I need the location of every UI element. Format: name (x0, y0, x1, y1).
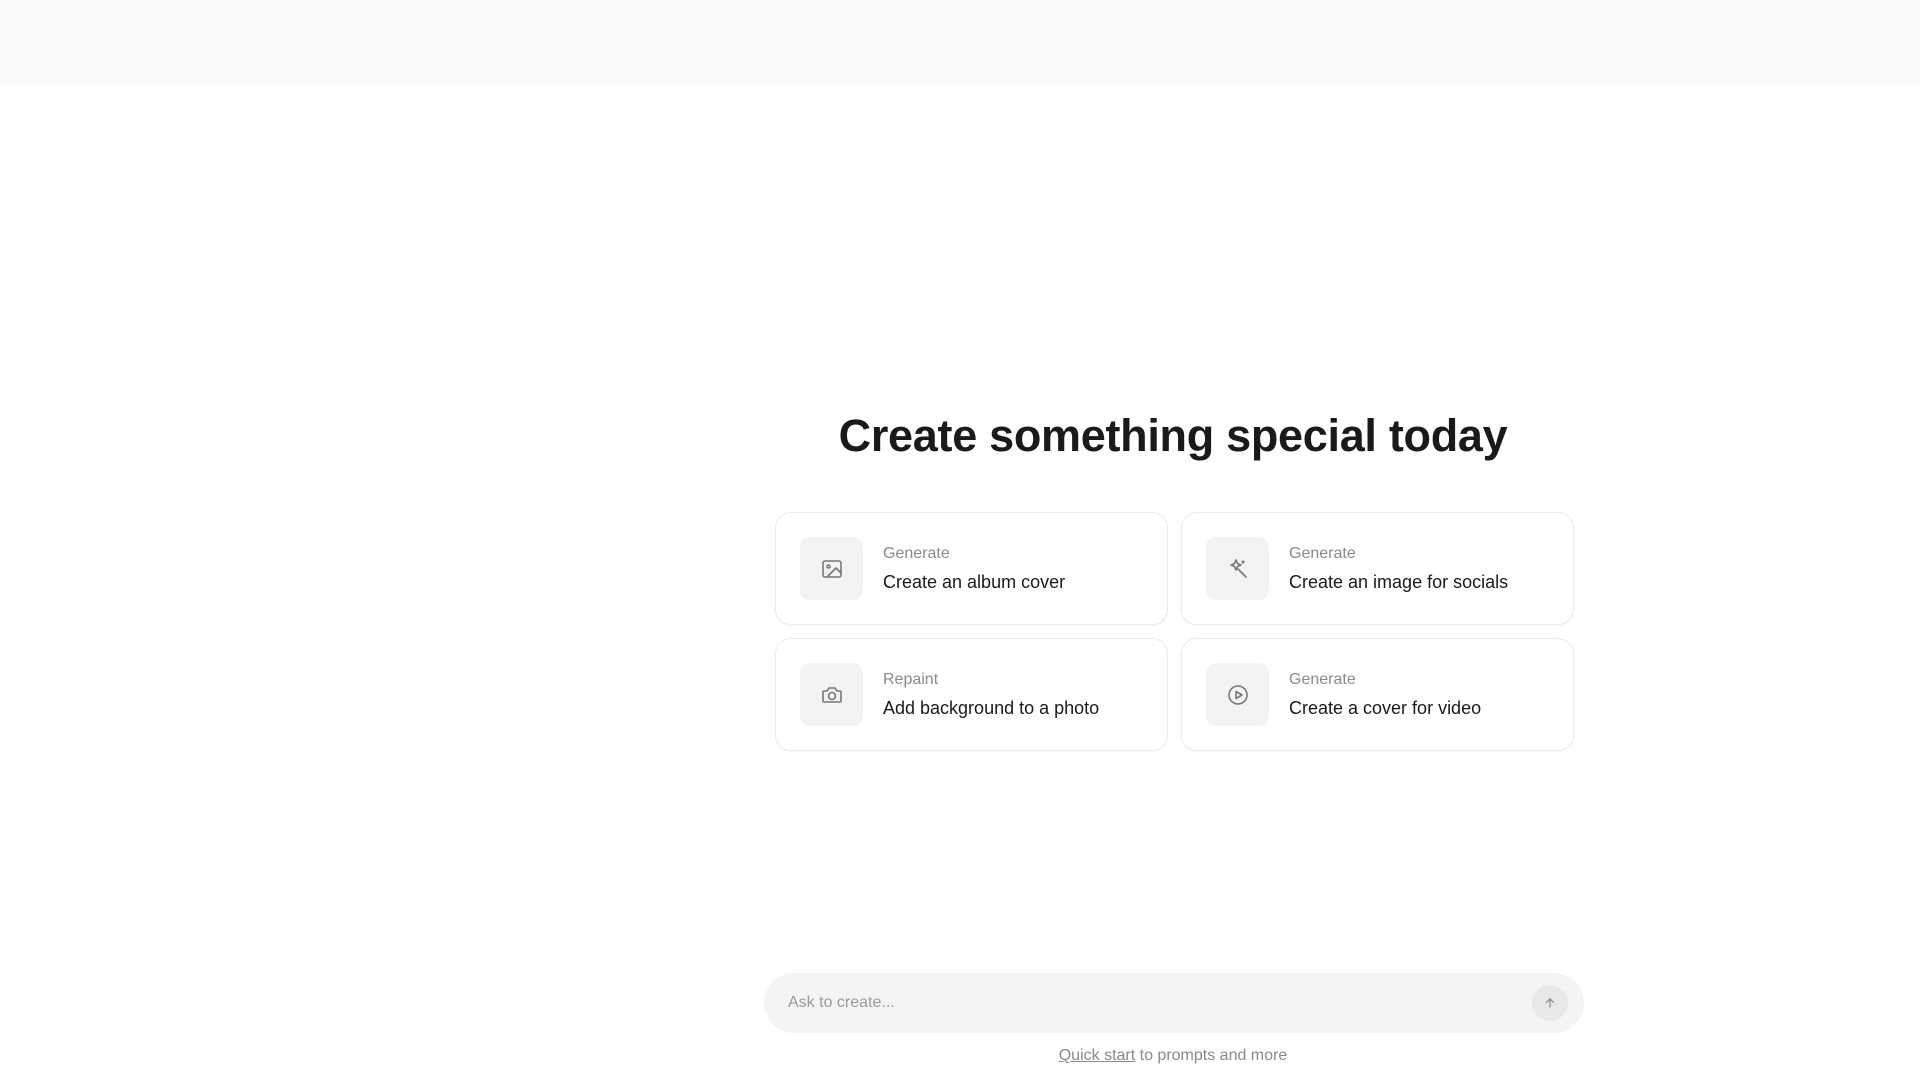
page-title: Create something special today (838, 410, 1508, 461)
card-category: Generate (883, 544, 950, 562)
suggestion-cards: Generate Create an album cover Generate … (775, 512, 1574, 751)
card-label: Create a cover for video (1289, 697, 1482, 718)
prompt-bar (764, 973, 1584, 1033)
card-category: Generate (1289, 544, 1356, 562)
card-image-socials[interactable]: Generate Create an image for socials (1181, 512, 1574, 625)
card-label: Create an image for socials (1289, 571, 1509, 592)
arrow-up-icon (1545, 998, 1555, 1008)
prompt-input[interactable] (788, 994, 1532, 1012)
play-circle-icon (1206, 663, 1269, 726)
footer-hint-text: to prompts and more (1135, 1047, 1288, 1064)
quick-start-link[interactable]: Quick start (1059, 1047, 1135, 1064)
card-video-cover[interactable]: Generate Create a cover for video (1181, 638, 1574, 751)
footer-hint: Quick start to prompts and more (0, 1047, 1920, 1065)
card-label: Add background to a photo (883, 697, 1100, 718)
card-category: Generate (1289, 670, 1356, 688)
card-label: Create an album cover (883, 571, 1066, 592)
magic-wand-icon (1206, 537, 1269, 600)
card-category: Repaint (883, 670, 939, 688)
card-album-cover[interactable]: Generate Create an album cover (775, 512, 1168, 625)
top-bar (0, 0, 1920, 84)
camera-icon (800, 663, 863, 726)
image-icon (800, 537, 863, 600)
card-add-background[interactable]: Repaint Add background to a photo (775, 638, 1168, 751)
send-button[interactable] (1532, 985, 1568, 1021)
